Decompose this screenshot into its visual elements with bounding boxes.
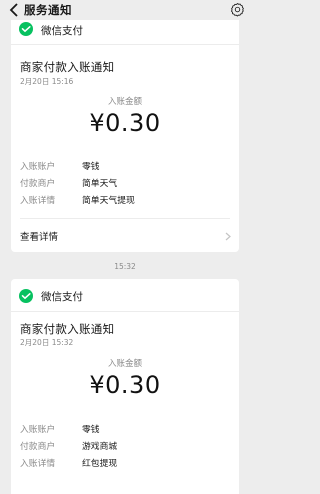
amount-value: ¥0.30	[89, 109, 161, 137]
message-time: 2月20日 15:32	[20, 338, 74, 347]
page-title: 服务通知	[24, 3, 72, 17]
detail-value: 简单天气提现	[82, 196, 135, 206]
detail-value: 红包提现	[82, 459, 118, 469]
amount-label: 入账金额	[107, 359, 142, 369]
divider	[20, 218, 230, 219]
notification-card[interactable]: 微信支付 商家付款入账通知 2月20日 15:32 入账金额 ¥0.30 入账账…	[11, 279, 239, 494]
brand-name: 微信支付	[41, 291, 83, 303]
divider	[11, 311, 239, 312]
message-title: 商家付款入账通知	[20, 60, 115, 74]
wechat-pay-icon	[19, 22, 33, 36]
detail-key: 付款商户	[20, 179, 56, 189]
detail-key: 入账详情	[20, 196, 56, 206]
timestamp-separator: 15:32	[114, 262, 136, 271]
message-title: 商家付款入账通知	[20, 322, 115, 336]
message-time: 2月20日 15:16	[20, 77, 74, 86]
amount-value: ¥0.30	[89, 371, 161, 399]
detail-key: 入账详情	[20, 459, 56, 469]
detail-value: 游戏商城	[82, 442, 118, 452]
brand-name: 微信支付	[41, 25, 83, 37]
detail-value: 零钱	[82, 162, 100, 172]
chevron-right-icon	[225, 232, 231, 241]
view-details-link[interactable]: 查看详情	[20, 229, 58, 243]
divider	[11, 44, 239, 45]
detail-value: 零钱	[82, 425, 100, 435]
detail-key: 入账账户	[20, 162, 56, 172]
detail-key: 付款商户	[20, 442, 56, 452]
detail-value: 简单天气	[82, 179, 118, 189]
amount-label: 入账金额	[107, 97, 142, 107]
navigation-bar: 服务通知	[0, 0, 250, 20]
gear-icon[interactable]	[230, 2, 245, 17]
back-arrow-icon[interactable]	[7, 2, 21, 18]
notification-card[interactable]: 微信支付 商家付款入账通知 2月20日 15:16 入账金额 ¥0.30 入账账…	[11, 0, 239, 252]
wechat-pay-icon	[19, 289, 33, 303]
detail-key: 入账账户	[20, 425, 56, 435]
